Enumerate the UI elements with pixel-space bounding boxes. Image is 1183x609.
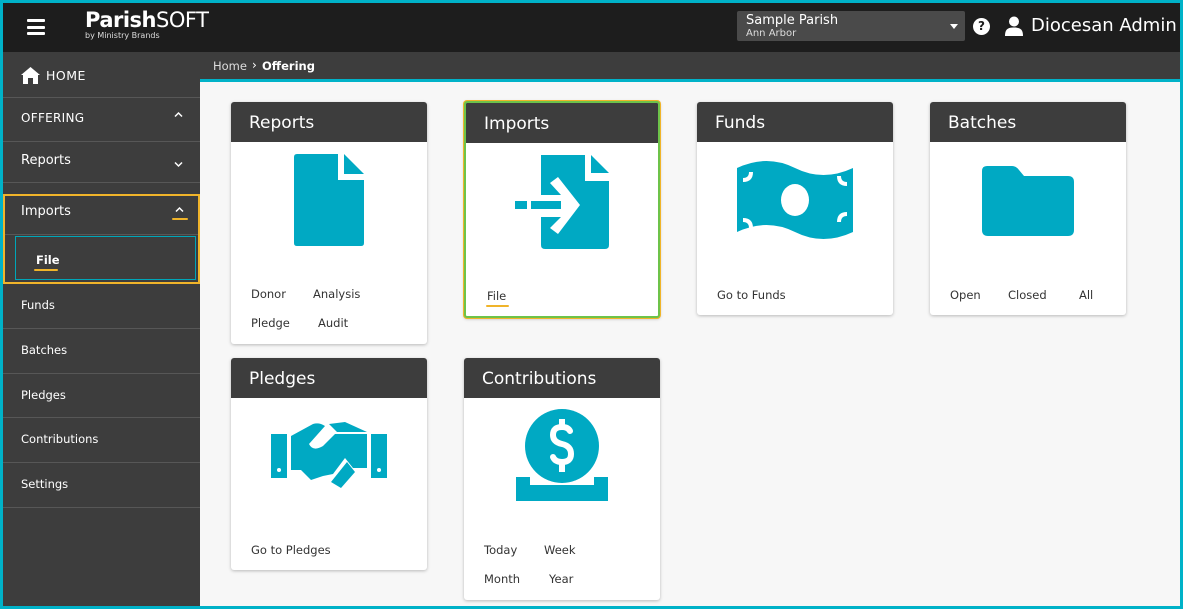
contributions-link-week[interactable]: Week bbox=[544, 543, 576, 557]
dropdown-caret-icon bbox=[950, 24, 958, 29]
chevron-up-icon bbox=[175, 206, 184, 213]
dollar-coin-icon bbox=[516, 409, 608, 501]
logo-subtitle: by Ministry Brands bbox=[85, 31, 160, 40]
card-pledges: Pledges Go to Pledges bbox=[231, 358, 427, 570]
app-frame: ParishSOFT by Ministry Brands Sample Par… bbox=[3, 3, 1180, 606]
card-title[interactable]: Pledges bbox=[231, 358, 427, 398]
sidebar-item-offering[interactable]: OFFERING bbox=[3, 98, 200, 142]
sidebar-item-settings[interactable]: Settings bbox=[3, 463, 200, 508]
logo-main-text: Parish bbox=[85, 8, 157, 32]
sidebar-item-label: HOME bbox=[46, 68, 86, 83]
sidebar: HOME OFFERING Reports Imports File Funds bbox=[3, 52, 200, 606]
breadcrumb: Home › Offering bbox=[200, 52, 1180, 82]
user-name[interactable]: Diocesan Admin bbox=[1031, 15, 1177, 36]
sidebar-item-label: Settings bbox=[21, 477, 69, 491]
handshake-icon bbox=[271, 422, 387, 488]
home-icon bbox=[21, 67, 40, 84]
reports-link-analysis[interactable]: Analysis bbox=[313, 287, 360, 301]
sidebar-item-label: Pledges bbox=[21, 388, 66, 402]
focus-underline bbox=[172, 218, 188, 220]
card-title[interactable]: Contributions bbox=[464, 358, 660, 398]
breadcrumb-home[interactable]: Home bbox=[213, 59, 247, 73]
contributions-link-month[interactable]: Month bbox=[484, 572, 520, 586]
sidebar-item-label: Reports bbox=[21, 153, 71, 168]
sidebar-item-home[interactable]: HOME bbox=[3, 52, 200, 98]
batches-link-open[interactable]: Open bbox=[950, 288, 981, 302]
imports-link-file[interactable]: File bbox=[487, 289, 506, 303]
logo-light-text: SOFT bbox=[156, 8, 209, 32]
card-title[interactable]: Batches bbox=[930, 102, 1126, 142]
imports-section: Imports File bbox=[3, 194, 200, 284]
sidebar-item-batches[interactable]: Batches bbox=[3, 329, 200, 374]
sidebar-item-imports[interactable]: Imports bbox=[5, 196, 198, 235]
sidebar-item-label: Funds bbox=[21, 298, 55, 312]
parish-selector[interactable]: Sample Parish Ann Arbor bbox=[737, 11, 965, 41]
batches-link-all[interactable]: All bbox=[1079, 288, 1093, 302]
reports-link-audit[interactable]: Audit bbox=[318, 316, 348, 330]
user-icon[interactable] bbox=[1005, 16, 1023, 36]
sidebar-item-contributions[interactable]: Contributions bbox=[3, 418, 200, 463]
funds-link-go-to-funds[interactable]: Go to Funds bbox=[717, 288, 786, 302]
reports-link-donor[interactable]: Donor bbox=[251, 287, 286, 301]
breadcrumb-separator: › bbox=[252, 58, 257, 72]
sidebar-item-funds[interactable]: Funds bbox=[3, 284, 200, 329]
sidebar-subitem-label: File bbox=[36, 253, 60, 267]
parish-name: Sample Parish bbox=[746, 13, 839, 28]
top-bar: ParishSOFT by Ministry Brands Sample Par… bbox=[3, 3, 1180, 52]
card-title[interactable]: Funds bbox=[697, 102, 893, 142]
sidebar-item-pledges[interactable]: Pledges bbox=[3, 374, 200, 418]
card-batches: Batches Open Closed All bbox=[930, 102, 1126, 315]
sidebar-item-label: Contributions bbox=[21, 432, 99, 446]
sidebar-item-label: OFFERING bbox=[21, 111, 85, 125]
card-reports: Reports Donor Analysis Pledge Audit bbox=[231, 102, 427, 344]
chevron-up-icon bbox=[174, 111, 183, 118]
focus-underline bbox=[486, 305, 509, 307]
focus-underline bbox=[34, 269, 58, 271]
parish-city: Ann Arbor bbox=[746, 28, 797, 39]
money-bill-icon bbox=[737, 161, 853, 239]
contributions-link-year[interactable]: Year bbox=[549, 572, 573, 586]
help-icon[interactable]: ? bbox=[973, 18, 990, 35]
menu-icon[interactable] bbox=[27, 19, 45, 35]
card-title[interactable]: Imports bbox=[466, 103, 658, 143]
sidebar-subitem-file[interactable]: File bbox=[15, 236, 196, 280]
chevron-down-icon bbox=[174, 161, 183, 168]
app-logo[interactable]: ParishSOFT by Ministry Brands bbox=[85, 8, 209, 40]
reports-link-pledge[interactable]: Pledge bbox=[251, 316, 290, 330]
card-funds: Funds Go to Funds bbox=[697, 102, 893, 315]
card-imports: Imports File bbox=[464, 101, 660, 318]
pledges-link-go-to-pledges[interactable]: Go to Pledges bbox=[251, 543, 331, 557]
sidebar-item-label: Batches bbox=[21, 343, 68, 357]
breadcrumb-current: Offering bbox=[262, 59, 315, 73]
card-title[interactable]: Reports bbox=[231, 102, 427, 142]
document-icon bbox=[294, 154, 364, 246]
batches-link-closed[interactable]: Closed bbox=[1008, 288, 1047, 302]
contributions-link-today[interactable]: Today bbox=[484, 543, 517, 557]
folder-icon bbox=[982, 166, 1074, 236]
import-file-icon bbox=[515, 155, 609, 249]
sidebar-item-label: Imports bbox=[21, 204, 71, 219]
card-contributions: Contributions Today Week Month Year bbox=[464, 358, 660, 600]
sidebar-item-reports[interactable]: Reports bbox=[3, 142, 200, 183]
